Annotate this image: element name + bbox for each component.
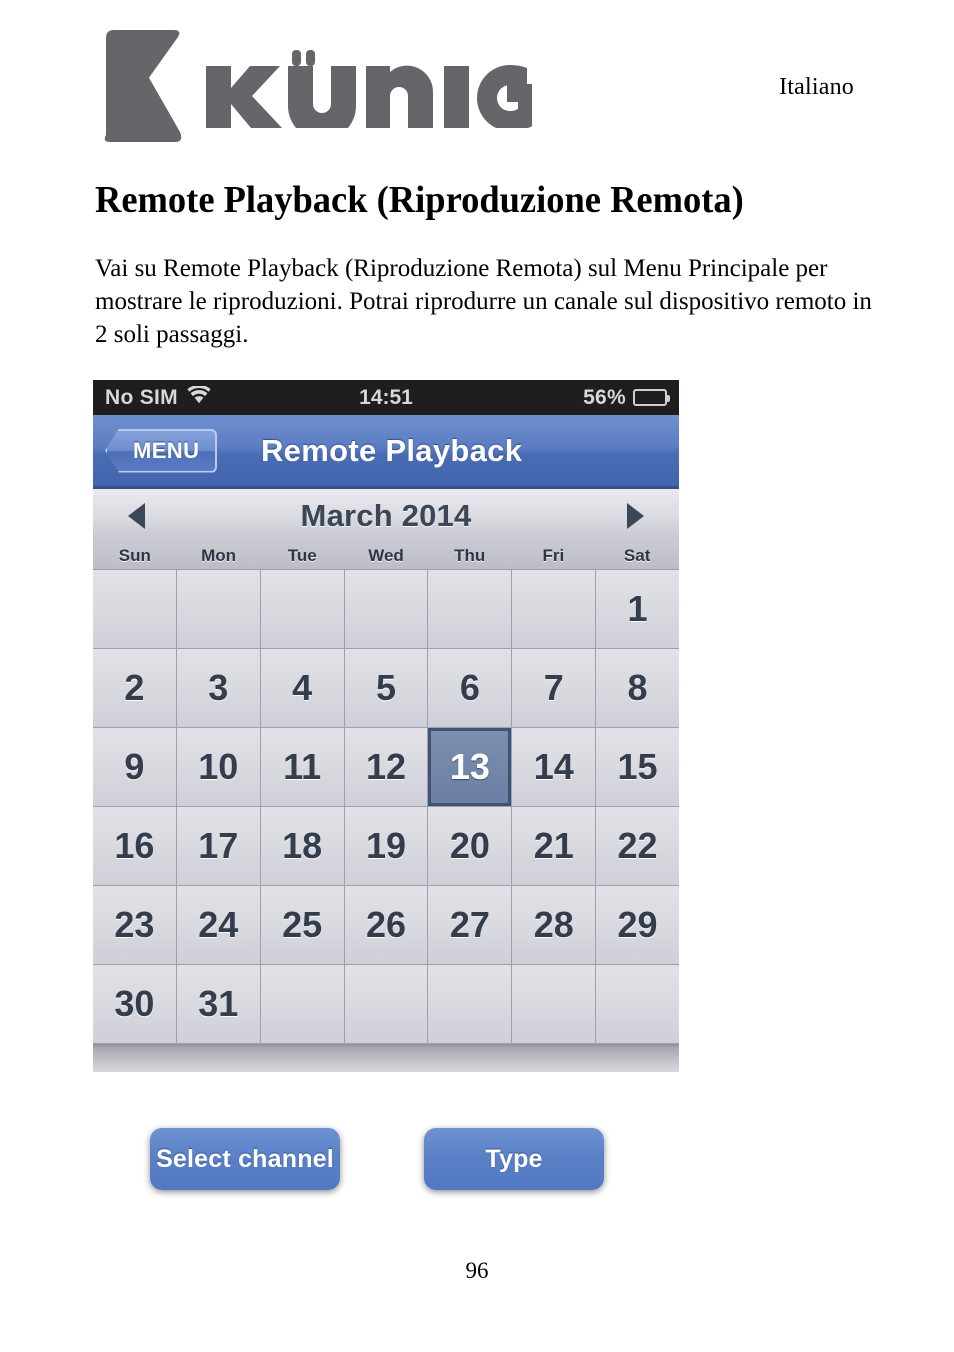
calendar-day-14[interactable]: 14 xyxy=(512,728,596,806)
calendar-day-25[interactable]: 25 xyxy=(260,886,344,964)
calendar-day-26[interactable]: 26 xyxy=(344,886,428,964)
status-bar: No SIM 14:51 56% xyxy=(93,380,679,415)
next-month-button[interactable] xyxy=(627,502,644,529)
calendar-day-1[interactable]: 1 xyxy=(596,570,679,648)
screenshot-bottom-fade xyxy=(93,1044,679,1072)
calendar-cell-empty xyxy=(428,965,512,1043)
brand-logo xyxy=(96,28,532,144)
page-title: Remote Playback (Riproduzione Remota) xyxy=(95,179,744,221)
select-channel-button[interactable]: Select channel xyxy=(150,1128,340,1190)
month-label: March 2014 xyxy=(300,497,472,533)
calendar-day-8[interactable]: 8 xyxy=(596,649,679,727)
calendar-cell-empty xyxy=(344,965,428,1043)
calendar-day-18[interactable]: 18 xyxy=(260,807,344,885)
calendar-day-31[interactable]: 31 xyxy=(176,965,260,1043)
calendar-cell-empty xyxy=(344,570,428,648)
nav-title: Remote Playback xyxy=(261,432,523,468)
calendar-day-13[interactable]: 13 xyxy=(428,728,512,806)
calendar-cell-empty xyxy=(93,570,176,648)
weekday-label-tue: Tue xyxy=(287,545,317,565)
carrier-label: No SIM xyxy=(105,386,178,409)
calendar-day-5[interactable]: 5 xyxy=(344,649,428,727)
calendar-day-15[interactable]: 15 xyxy=(596,728,679,806)
weekday-label-thu: Thu xyxy=(454,545,486,565)
battery-percent-label: 56% xyxy=(583,386,626,409)
calendar-day-3[interactable]: 3 xyxy=(176,649,260,727)
status-bar-left: No SIM xyxy=(105,384,211,409)
calendar-cell-empty xyxy=(176,570,260,648)
weekday-label-mon: Mon xyxy=(201,545,237,565)
action-button-row: Select channel Type xyxy=(93,1128,679,1190)
calendar-day-12[interactable]: 12 xyxy=(344,728,428,806)
calendar-cell-empty xyxy=(512,965,596,1043)
back-button-menu[interactable]: MENU xyxy=(105,428,218,473)
page-header: Italiano xyxy=(0,0,954,160)
calendar-day-23[interactable]: 23 xyxy=(93,886,176,964)
calendar-day-grid[interactable]: 1 2 3 4 5 6 7 8 9 10 11 12 13 14 15 16 17 18 19 20 21 22 23 24 2… xyxy=(93,570,679,1044)
weekday-label-wed: Wed xyxy=(368,545,404,565)
calendar-cell-empty xyxy=(260,965,344,1043)
calendar-cell-empty xyxy=(596,965,679,1043)
status-bar-right: 56% xyxy=(583,386,670,409)
calendar-day-2[interactable]: 2 xyxy=(93,649,176,727)
page-number: 96 xyxy=(465,1258,489,1283)
type-button[interactable]: Type xyxy=(424,1128,604,1190)
battery-icon xyxy=(633,389,670,406)
weekday-header-row: Sun Mon Tue Wed Thu Fri Sat xyxy=(93,542,679,570)
calendar-day-27[interactable]: 27 xyxy=(428,886,512,964)
calendar-day-20[interactable]: 20 xyxy=(428,807,512,885)
calendar-day-4[interactable]: 4 xyxy=(260,649,344,727)
calendar-day-22[interactable]: 22 xyxy=(596,807,679,885)
calendar-day-11[interactable]: 11 xyxy=(260,728,344,806)
calendar-day-9[interactable]: 9 xyxy=(93,728,176,806)
navigation-bar: MENU Remote Playback xyxy=(93,415,679,489)
calendar-day-21[interactable]: 21 xyxy=(512,807,596,885)
calendar-day-17[interactable]: 17 xyxy=(176,807,260,885)
brand-wordmark xyxy=(202,50,532,128)
calendar-cell-empty xyxy=(428,570,512,648)
intro-paragraph: Vai su Remote Playback (Riproduzione Rem… xyxy=(95,255,872,348)
calendar-cell-empty xyxy=(260,570,344,648)
calendar-day-6[interactable]: 6 xyxy=(428,649,512,727)
calendar-cell-empty xyxy=(512,570,596,648)
konig-k-logo-icon xyxy=(96,28,184,144)
phone-screenshot: No SIM 14:51 56% MENU Remote Playback Ma… xyxy=(93,380,679,1072)
calendar-day-16[interactable]: 16 xyxy=(93,807,176,885)
calendar-day-30[interactable]: 30 xyxy=(93,965,176,1043)
weekday-label-fri: Fri xyxy=(542,545,565,565)
wifi-icon xyxy=(187,384,211,409)
calendar-day-29[interactable]: 29 xyxy=(596,886,679,964)
calendar-day-19[interactable]: 19 xyxy=(344,807,428,885)
weekday-label-sat: Sat xyxy=(623,545,651,565)
language-label: Italiano xyxy=(779,74,854,100)
calendar-month-header: March 2014 xyxy=(93,489,679,542)
calendar-day-10[interactable]: 10 xyxy=(176,728,260,806)
calendar-day-24[interactable]: 24 xyxy=(176,886,260,964)
weekday-label-sun: Sun xyxy=(118,545,151,565)
previous-month-button[interactable] xyxy=(128,502,145,529)
calendar-day-7[interactable]: 7 xyxy=(512,649,596,727)
calendar-day-28[interactable]: 28 xyxy=(512,886,596,964)
